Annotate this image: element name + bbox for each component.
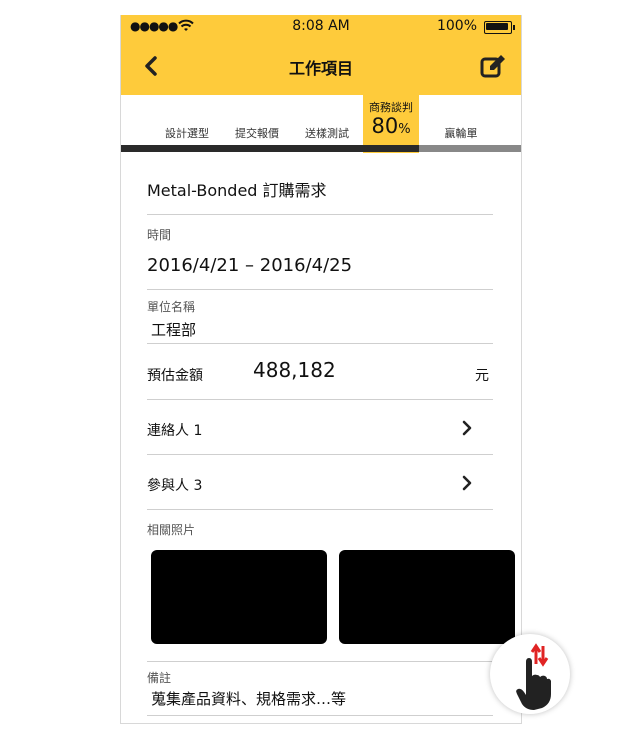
divider	[147, 454, 493, 455]
divider	[147, 289, 493, 290]
divider	[147, 509, 493, 510]
page-title: 工作項目	[288, 59, 353, 78]
scroll-gesture-button[interactable]	[490, 634, 570, 714]
divider	[147, 715, 493, 716]
photo-thumbnail[interactable]	[151, 550, 327, 644]
edit-icon[interactable]	[479, 53, 507, 81]
divider	[147, 399, 493, 400]
unit-label: 單位名稱	[147, 300, 196, 314]
participants-row[interactable]: 參與人 3	[147, 475, 493, 505]
amount-label: 預估金額	[147, 368, 203, 384]
tab-negotiation-label: 商務談判	[369, 101, 413, 114]
divider	[147, 343, 493, 344]
notes-value: 蒐集產品資料、規格需求…等	[151, 690, 347, 708]
contacts-row[interactable]: 連絡人 1	[147, 420, 493, 450]
app-header: ●●●●● 8:08 AM 100% 工作項目	[121, 15, 521, 95]
amount-value: 488,182	[253, 358, 336, 382]
battery-icon	[484, 21, 515, 34]
tab-won[interactable]: 贏輪單	[433, 125, 489, 141]
amount-unit: 元	[475, 368, 489, 384]
stage-progress-bar	[121, 145, 521, 152]
tab-sample-test[interactable]: 送樣測試	[299, 125, 355, 141]
phone-screen: ●●●●● 8:08 AM 100% 工作項目 設計選型 提交報價 送樣測試 商…	[120, 15, 522, 724]
participants-label: 參與人 3	[147, 478, 203, 494]
divider	[147, 214, 493, 215]
scroll-gesture-icon	[516, 643, 551, 710]
chevron-right-icon	[462, 420, 472, 436]
chevron-right-icon	[462, 475, 472, 491]
request-title: Metal-Bonded 訂購需求	[147, 181, 327, 200]
tab-negotiation-percent: 80%	[371, 114, 411, 138]
contacts-label: 連絡人 1	[147, 423, 203, 439]
date-range: 2016/4/21 – 2016/4/25	[147, 255, 353, 276]
photos-label: 相關照片	[147, 523, 196, 537]
time-label: 時間	[147, 228, 172, 242]
battery-percent: 100%	[436, 18, 477, 34]
tab-design[interactable]: 設計選型	[159, 125, 215, 141]
status-bar: ●●●●● 8:08 AM 100%	[121, 15, 521, 39]
notes-label: 備註	[147, 671, 172, 685]
divider	[147, 661, 493, 662]
photo-thumbnail[interactable]	[339, 550, 515, 644]
tab-quote[interactable]: 提交報價	[229, 125, 285, 141]
unit-value: 工程部	[151, 321, 197, 339]
stage-progress-fill	[121, 145, 419, 152]
